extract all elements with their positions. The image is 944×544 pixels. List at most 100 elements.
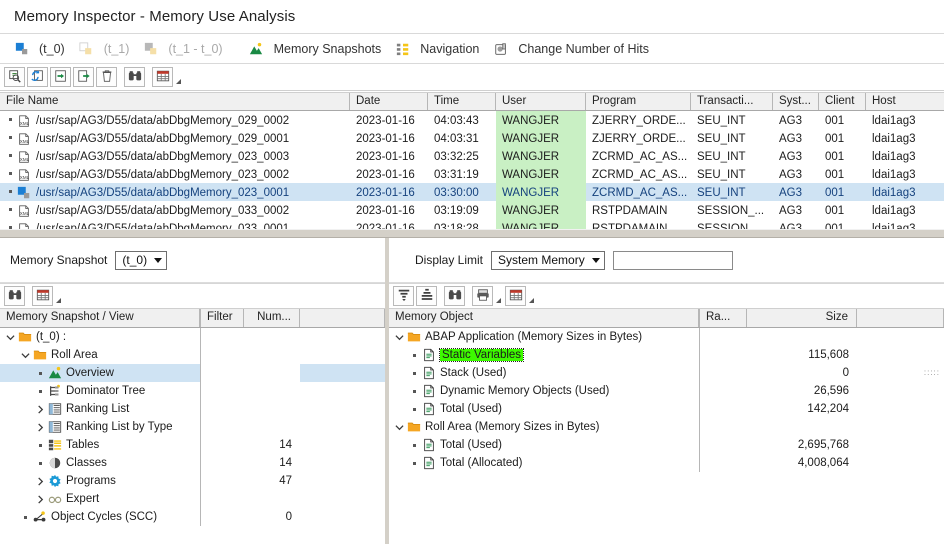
tree-column-header-name[interactable]: Memory Object	[389, 309, 699, 327]
tree-twisty-leaf[interactable]	[408, 407, 421, 411]
tree-node-label-cell[interactable]: ABAP Application (Memory Sizes in Bytes)	[389, 328, 699, 346]
snapshot-file-list[interactable]: File Name Date Time User Program Transacti...…	[0, 92, 944, 238]
tree-row[interactable]: Total (Allocated) 4,008,064	[389, 454, 944, 472]
file-column-header-host[interactable]: Host	[866, 93, 944, 110]
tree-twisty-leaf[interactable]	[408, 443, 421, 447]
tree-column-header-name[interactable]: Memory Snapshot / View	[0, 309, 200, 327]
find-button[interactable]	[124, 67, 145, 87]
tree-row[interactable]: Programs 47	[0, 472, 385, 490]
display-search-button[interactable]	[4, 67, 25, 87]
tree-node-label-cell[interactable]: Programs	[0, 472, 200, 490]
table-layout-button[interactable]	[505, 286, 526, 306]
tree-row[interactable]: Tables 14	[0, 436, 385, 454]
tree-row[interactable]: Dynamic Memory Objects (Used) 26,596	[389, 382, 944, 400]
left-tree-body[interactable]: (t_0) : Roll Area Overview Dominator Tree Ra…	[0, 328, 385, 526]
function-change-number-of-hits[interactable]: Change Number of Hits	[493, 35, 663, 63]
tree-twisty-leaf[interactable]	[408, 371, 421, 375]
tree-node-label-cell[interactable]: (t_0) :	[0, 328, 200, 346]
tree-twisty-leaf[interactable]	[408, 461, 421, 465]
tree-twisty-expanded[interactable]	[19, 351, 32, 360]
tree-column-header-filter[interactable]: Filter	[200, 309, 244, 327]
refresh-button[interactable]	[27, 67, 48, 87]
file-list-body[interactable]: XML/usr/sap/AG3/D55/data/abDbgMemory_029…	[0, 111, 944, 237]
table-row[interactable]: /usr/sap/AG3/D55/data/abDbgMemory_023_00…	[0, 183, 944, 201]
table-row[interactable]: XML/usr/sap/AG3/D55/data/abDbgMemory_023…	[0, 165, 944, 183]
expand-all-button[interactable]	[416, 286, 437, 306]
tree-twisty-collapsed[interactable]	[34, 494, 47, 504]
tree-twisty-leaf[interactable]	[34, 371, 47, 375]
layout-dropdown-arrow[interactable]	[529, 297, 534, 303]
tree-column-header-rank[interactable]: Ra...	[699, 309, 747, 327]
function-t-0[interactable]: (t_0)	[14, 35, 79, 63]
file-column-header-program[interactable]: Program	[586, 93, 691, 110]
file-column-header-client[interactable]: Client	[819, 93, 866, 110]
tree-node-label-cell[interactable]: Overview	[0, 364, 200, 382]
tree-node-label-cell[interactable]: Dominator Tree	[0, 382, 200, 400]
display-limit-input[interactable]	[612, 250, 733, 270]
tree-node-label-cell[interactable]: Ranking List	[0, 400, 200, 418]
table-layout-button[interactable]	[32, 286, 53, 306]
tree-column-header-size[interactable]: Size	[747, 309, 857, 327]
tree-twisty-leaf[interactable]	[408, 389, 421, 393]
tree-node-label-cell[interactable]: Tables	[0, 436, 200, 454]
tree-row[interactable]: Overview	[0, 364, 385, 382]
tree-row[interactable]: Static Variables 115,608	[389, 346, 944, 364]
tree-node-label-cell[interactable]: Total (Used)	[389, 400, 699, 418]
memory-snapshot-select[interactable]: (t_0)	[115, 250, 168, 270]
table-row[interactable]: XML/usr/sap/AG3/D55/data/abDbgMemory_023…	[0, 147, 944, 165]
tree-twisty-leaf[interactable]	[34, 443, 47, 447]
find-button[interactable]	[444, 286, 465, 306]
tree-row[interactable]: Ranking List by Type	[0, 418, 385, 436]
print-dropdown-arrow[interactable]	[496, 297, 501, 303]
tree-twisty-leaf[interactable]	[34, 389, 47, 393]
right-tree-body[interactable]: ABAP Application (Memory Sizes in Bytes)…	[389, 328, 944, 472]
delete-button[interactable]	[96, 67, 117, 87]
tree-row[interactable]: (t_0) :	[0, 328, 385, 346]
tree-node-label-cell[interactable]: Roll Area	[0, 346, 200, 364]
export-button[interactable]	[73, 67, 94, 87]
tree-twisty-leaf[interactable]	[34, 461, 47, 465]
tree-twisty-collapsed[interactable]	[34, 404, 47, 414]
tree-node-label-cell[interactable]: Roll Area (Memory Sizes in Bytes)	[389, 418, 699, 436]
tree-row[interactable]: Ranking List	[0, 400, 385, 418]
horizontal-splitter[interactable]	[0, 229, 944, 238]
tree-node-label-cell[interactable]: Classes	[0, 454, 200, 472]
import-button[interactable]	[50, 67, 71, 87]
tree-twisty-expanded[interactable]	[393, 423, 406, 432]
tree-twisty-collapsed[interactable]	[34, 476, 47, 486]
table-row[interactable]: XML/usr/sap/AG3/D55/data/abDbgMemory_033…	[0, 201, 944, 219]
tree-twisty-leaf[interactable]	[19, 515, 32, 519]
right-pane-grip[interactable]: :::::	[924, 368, 940, 377]
tree-row[interactable]: Total (Used) 142,204	[389, 400, 944, 418]
tree-row[interactable]: Object Cycles (SCC) 0	[0, 508, 385, 526]
file-column-header-time[interactable]: Time	[428, 93, 496, 110]
display-limit-select[interactable]: System Memory	[491, 250, 605, 270]
tree-twisty-leaf[interactable]	[408, 353, 421, 357]
tree-column-header-num[interactable]: Num...	[244, 309, 300, 327]
file-column-header-date[interactable]: Date	[350, 93, 428, 110]
tree-node-label-cell[interactable]: Ranking List by Type	[0, 418, 200, 436]
tree-node-label-cell[interactable]: Stack (Used)	[389, 364, 699, 382]
tree-twisty-expanded[interactable]	[4, 333, 17, 342]
file-column-header-system[interactable]: Syst...	[773, 93, 819, 110]
function-memory-snapshots[interactable]: Memory Snapshots	[249, 35, 396, 63]
find-button[interactable]	[4, 286, 25, 306]
tree-twisty-collapsed[interactable]	[34, 422, 47, 432]
tree-node-label-cell[interactable]: Expert	[0, 490, 200, 508]
tree-node-label-cell[interactable]: Static Variables	[389, 346, 699, 364]
layout-dropdown-arrow[interactable]	[56, 297, 61, 303]
tree-twisty-expanded[interactable]	[393, 333, 406, 342]
tree-row[interactable]: Dominator Tree	[0, 382, 385, 400]
file-column-header-transaction[interactable]: Transacti...	[691, 93, 773, 110]
layout-dropdown-arrow[interactable]	[176, 78, 181, 84]
file-column-header-name[interactable]: File Name	[0, 93, 350, 110]
collapse-all-button[interactable]	[393, 286, 414, 306]
table-layout-button[interactable]	[152, 67, 173, 87]
table-row[interactable]: XML/usr/sap/AG3/D55/data/abDbgMemory_029…	[0, 129, 944, 147]
tree-row[interactable]: Roll Area (Memory Sizes in Bytes)	[389, 418, 944, 436]
print-button[interactable]	[472, 286, 493, 306]
tree-node-label-cell[interactable]: Dynamic Memory Objects (Used)	[389, 382, 699, 400]
file-column-header-user[interactable]: User	[496, 93, 586, 110]
tree-node-label-cell[interactable]: Object Cycles (SCC)	[0, 508, 200, 526]
tree-row[interactable]: Stack (Used) 0	[389, 364, 944, 382]
